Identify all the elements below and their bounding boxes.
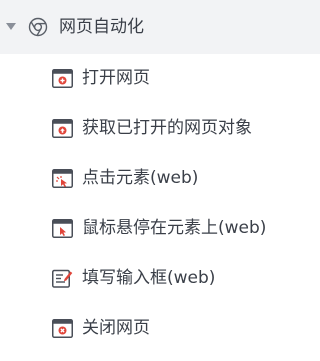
caret-down-icon[interactable] <box>6 23 16 30</box>
activity-label: 打开网页 <box>82 68 150 88</box>
activity-get-webpage-object[interactable]: 获取已打开的网页对象 <box>0 104 320 154</box>
click-element-icon <box>52 169 73 188</box>
activity-open-webpage[interactable]: 打开网页 <box>0 54 320 104</box>
activity-label: 填写输入框(web) <box>82 268 216 288</box>
activity-label: 鼠标悬停在元素上(web) <box>82 218 267 238</box>
close-webpage-icon <box>52 319 73 338</box>
chrome-icon <box>28 17 48 37</box>
activity-list: 打开网页 获取已打开的网页对象 点击元素(web) 鼠标悬停在元素上(web) … <box>0 54 320 354</box>
activity-label: 点击元素(web) <box>82 168 199 188</box>
activity-click-element[interactable]: 点击元素(web) <box>0 154 320 204</box>
get-webpage-object-icon <box>52 119 73 138</box>
activity-fill-input[interactable]: 填写输入框(web) <box>0 254 320 304</box>
activity-label: 关闭网页 <box>82 318 150 338</box>
activity-tree-panel: 网页自动化 打开网页 获取已打开的网页对象 点击元素(web) 鼠标悬停在元素上… <box>0 0 320 361</box>
activity-hover-element[interactable]: 鼠标悬停在元素上(web) <box>0 204 320 254</box>
activity-close-webpage[interactable]: 关闭网页 <box>0 304 320 354</box>
fill-input-icon <box>52 269 73 288</box>
activity-label: 获取已打开的网页对象 <box>82 118 252 138</box>
group-label: 网页自动化 <box>59 17 144 37</box>
group-web-automation[interactable]: 网页自动化 <box>0 0 320 54</box>
open-webpage-icon <box>52 69 73 88</box>
hover-element-icon <box>52 219 73 238</box>
